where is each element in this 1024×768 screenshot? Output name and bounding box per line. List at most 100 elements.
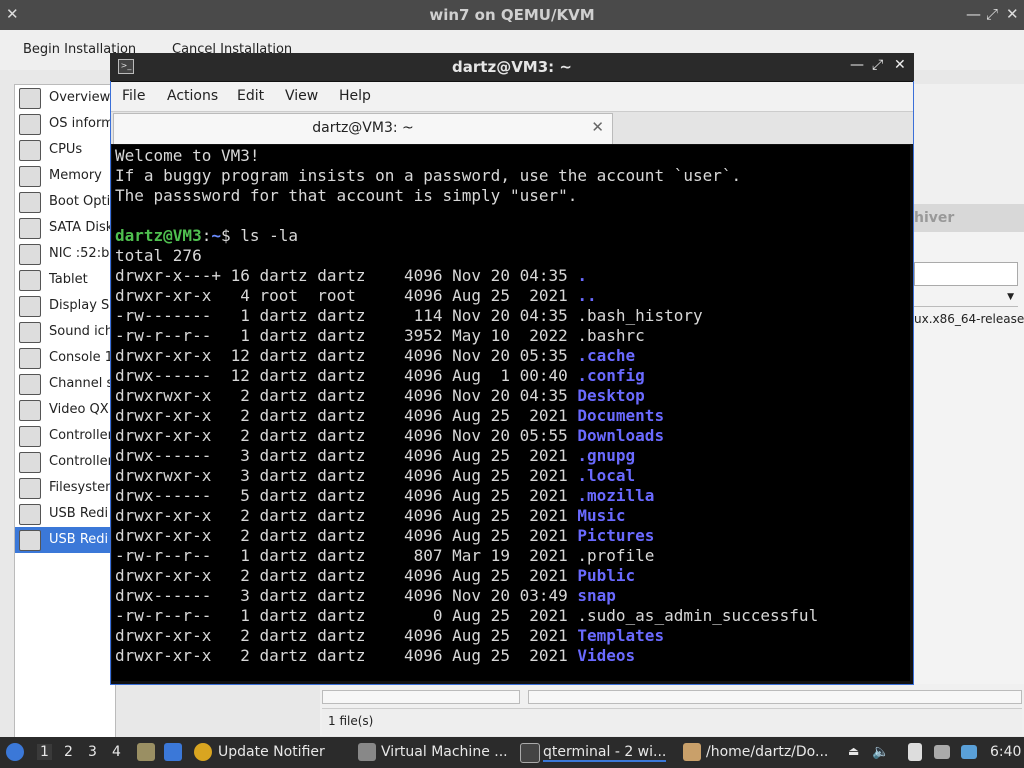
volume-icon[interactable]: 🔈 [872, 744, 889, 760]
usb-icon [19, 504, 41, 525]
display-icon [19, 296, 41, 317]
sidebar-item[interactable]: Display S [15, 293, 115, 319]
controller-icon [19, 426, 41, 447]
command-text: $ ls -la [220, 226, 299, 245]
task-virtual-machine[interactable]: Virtual Machine ... [381, 744, 508, 760]
listing-meta: -rw-r--r-- 1 dartz dartz 807 Mar 19 2021 [115, 546, 578, 565]
listing-row: drwxr-xr-x 2 dartz dartz 4096 Aug 25 202… [115, 646, 635, 665]
listing-name: Templates [577, 626, 665, 645]
listing-row: -rw-r--r-- 1 dartz dartz 0 Aug 25 2021 .… [115, 606, 818, 625]
task-update-notifier[interactable]: Update Notifier [218, 744, 325, 760]
maximize-icon[interactable]: ⤢ [872, 57, 883, 73]
sidebar-item[interactable]: Filesystem [15, 475, 115, 501]
task-file-archiver[interactable]: /home/dartz/Do... [706, 744, 828, 760]
listing-name: .bashrc [577, 326, 645, 345]
directory-listing: drwxr-x---+ 16 dartz dartz 4096 Nov 20 0… [115, 266, 818, 665]
vm-window-title: win7 on QEMU/KVM [429, 6, 595, 24]
archiver-file-item[interactable]: ux.x86_64-release [914, 312, 1024, 326]
sidebar-item[interactable]: Memory [15, 163, 115, 189]
monitor-icon [19, 88, 41, 109]
network-icon[interactable] [934, 745, 950, 759]
listing-row: drwxr-xr-x 2 dartz dartz 4096 Nov 20 05:… [115, 426, 664, 445]
sidebar-item[interactable]: CPUs [15, 137, 115, 163]
archiver-path-input[interactable] [914, 262, 1018, 286]
archiver-column-header: ▼ [914, 292, 1018, 307]
taskbar: 1 2 3 4 Update Notifier Virtual Machine … [0, 737, 1024, 768]
sidebar-item[interactable]: Tablet [15, 267, 115, 293]
maximize-icon[interactable]: ⤢ [986, 5, 998, 23]
listing-meta: drwxr-xr-x 2 dartz dartz 4096 Aug 25 202… [115, 526, 578, 545]
sidebar-item[interactable]: USB Redi [15, 527, 115, 553]
listing-row: drwxr-xr-x 2 dartz dartz 4096 Aug 25 202… [115, 406, 664, 425]
clipboard-icon[interactable] [908, 743, 922, 761]
sidebar-item[interactable]: USB Redi [15, 501, 115, 527]
horizontal-scrollbar[interactable] [528, 690, 1022, 704]
close-icon[interactable]: ✕ [894, 57, 906, 73]
sidebar-item-label: Sound ich [49, 324, 114, 339]
sidebar-item[interactable]: Overview [15, 85, 115, 111]
close-tab-icon[interactable]: ✕ [591, 118, 604, 136]
listing-name: Documents [577, 406, 665, 425]
menu-view[interactable]: View [285, 88, 318, 104]
virt-manager-icon [358, 743, 376, 761]
listing-name: Music [577, 506, 626, 525]
menu-edit[interactable]: Edit [237, 88, 264, 104]
menu-help[interactable]: Help [339, 88, 371, 104]
prompt-separator: : [201, 226, 212, 245]
display-icon[interactable] [961, 745, 977, 759]
terminal-output[interactable]: Welcome to VM3! If a buggy program insis… [112, 145, 910, 681]
workspace-3[interactable]: 3 [88, 744, 97, 760]
archiver-title: hiver [914, 210, 955, 226]
terminal-menubar: File Actions Edit View Help [111, 82, 913, 112]
sidebar-item[interactable]: Sound ich [15, 319, 115, 345]
chevron-down-icon[interactable]: ▼ [1007, 292, 1014, 302]
sidebar-item-label: Tablet [49, 272, 88, 287]
cpu-icon [19, 140, 41, 161]
gear-icon [19, 192, 41, 213]
sidebar-item-label: SATA Disk [49, 220, 114, 235]
sidebar-item[interactable]: SATA Disk [15, 215, 115, 241]
task-qterminal[interactable]: qterminal - 2 wi... [543, 744, 667, 762]
workspace-4[interactable]: 4 [112, 744, 121, 760]
workspace-1[interactable]: 1 [37, 744, 52, 760]
sidebar-item[interactable]: Channel s [15, 371, 115, 397]
listing-meta: drwx------ 3 dartz dartz 4096 Nov 20 03:… [115, 586, 578, 605]
menu-actions[interactable]: Actions [167, 88, 218, 104]
eject-icon[interactable]: ⏏ [848, 744, 859, 758]
listing-meta: drwxrwxr-x 2 dartz dartz 4096 Nov 20 04:… [115, 386, 578, 405]
listing-meta: -rw-r--r-- 1 dartz dartz 0 Aug 25 2021 [115, 606, 578, 625]
listing-row: drwxr-xr-x 12 dartz dartz 4096 Nov 20 05… [115, 346, 635, 365]
network-icon [19, 244, 41, 265]
sidebar-item-label: OS inform [49, 116, 114, 131]
status-bar: 1 file(s) [322, 708, 1022, 735]
menu-file[interactable]: File [122, 88, 145, 104]
sidebar-item[interactable]: Boot Opti [15, 189, 115, 215]
sidebar-item[interactable]: OS inform [15, 111, 115, 137]
sidebar-item-label: Overview [49, 90, 111, 105]
horizontal-scrollbar[interactable] [322, 690, 520, 704]
workspace-2[interactable]: 2 [64, 744, 73, 760]
sidebar-item[interactable]: Controller [15, 423, 115, 449]
tab-terminal[interactable]: dartz@VM3: ~ ✕ [113, 113, 613, 144]
listing-row: -rw-r--r-- 1 dartz dartz 3952 May 10 202… [115, 326, 645, 345]
prompt-user: dartz@VM3 [115, 226, 202, 245]
close-icon[interactable]: ✕ [1006, 5, 1019, 23]
sidebar-item-label: NIC :52:b [49, 246, 110, 261]
minimize-icon[interactable]: — [966, 5, 981, 23]
tab-label: dartz@VM3: ~ [312, 120, 414, 136]
sound-icon [19, 322, 41, 343]
listing-row: drwxr-x---+ 16 dartz dartz 4096 Nov 20 0… [115, 266, 587, 285]
show-desktop-icon[interactable] [164, 743, 182, 761]
welcome-line: The passsword for that account is simply… [115, 186, 578, 205]
sidebar-item[interactable]: Console 1 [15, 345, 115, 371]
start-menu-icon[interactable] [6, 743, 24, 761]
sidebar-item[interactable]: NIC :52:b [15, 241, 115, 267]
listing-name: .local [577, 466, 636, 485]
minimize-icon[interactable]: — [850, 57, 864, 73]
terminal-title: dartz@VM3: ~ [452, 58, 572, 76]
sidebar-item[interactable]: Video QX [15, 397, 115, 423]
sidebar-item-label: Boot Opti [49, 194, 111, 209]
sidebar-item[interactable]: Controller [15, 449, 115, 475]
archive-icon [683, 743, 701, 761]
file-manager-icon[interactable] [137, 743, 155, 761]
